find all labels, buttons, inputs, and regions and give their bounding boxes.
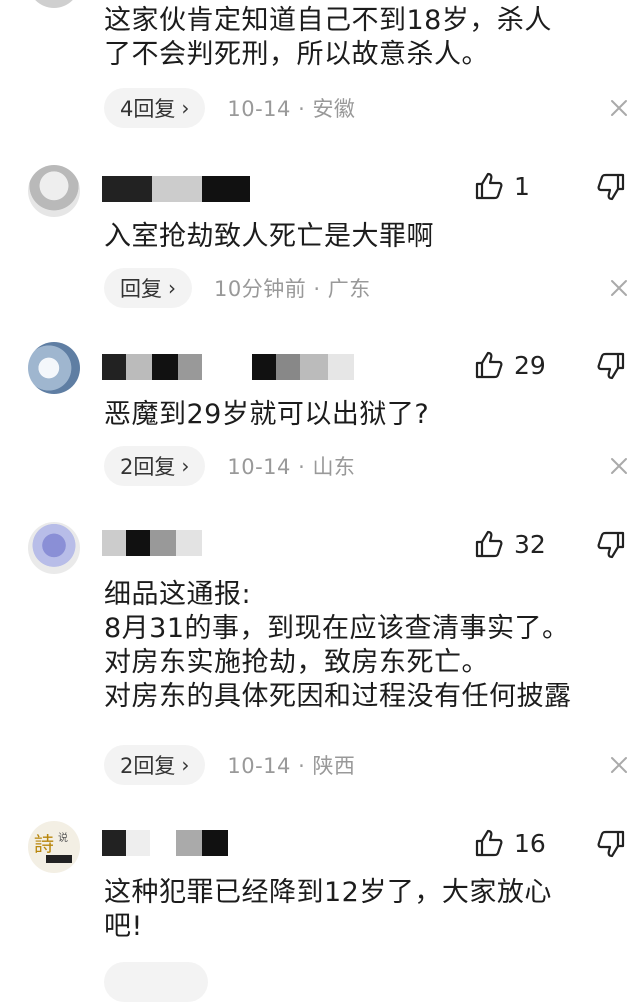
meta-info: 10-14 · 山东	[227, 451, 355, 481]
meta-info: 10-14 · 安徽	[227, 93, 355, 123]
close-icon[interactable]	[608, 754, 630, 776]
like-count: 29	[514, 350, 546, 380]
avatar[interactable]	[28, 0, 80, 8]
svg-text:詩: 詩	[34, 832, 54, 856]
comment-text-line: 对房东实施抢劫，致房东死亡。	[104, 647, 489, 678]
comment-text: 恶魔到29岁就可以出狱了?	[104, 398, 626, 432]
thumb-down-icon[interactable]	[596, 172, 628, 204]
comment-text-line: 恶魔到29岁就可以出狱了?	[104, 399, 430, 430]
comment-location: 安徽	[312, 97, 356, 121]
comment-text: 这家伙肯定知道自己不到18岁，杀人 了不会判死刑，所以故意杀人。	[104, 4, 626, 72]
thumb-down-icon[interactable]	[596, 530, 628, 562]
chevron-right-icon: ›	[181, 753, 190, 777]
separator: ·	[290, 754, 313, 778]
username-redacted[interactable]	[102, 176, 250, 202]
thumb-up-icon	[474, 171, 504, 201]
comment-text: 细品这通报: 8月31的事，到现在应该查清事实了。 对房东实施抢劫，致房东死亡。…	[104, 578, 636, 714]
reply-button[interactable]	[104, 962, 208, 1002]
comment-meta: 2回复 › 10-14 · 山东	[104, 446, 355, 486]
like-button[interactable]: 32	[474, 528, 550, 560]
close-icon[interactable]	[608, 277, 630, 299]
comment-text-line: 对房东的具体死因和过程没有任何披露	[104, 681, 572, 712]
thumb-up-icon	[474, 828, 504, 858]
reply-label: 4回复	[120, 97, 176, 121]
reply-button[interactable]: 回复 ›	[104, 268, 192, 308]
comment-location: 广东	[327, 277, 371, 301]
comment-meta: 回复 › 10分钟前 · 广东	[104, 268, 371, 308]
like-button[interactable]: 1	[474, 170, 550, 202]
comment-meta: 2回复 › 10-14 · 陕西	[104, 745, 355, 785]
comment-text: 这种犯罪已经降到12岁了，大家放心 吧!	[104, 876, 626, 944]
avatar-art-icon: 詩 说	[34, 831, 72, 863]
comment-meta: 4回复 › 10-14 · 安徽	[104, 88, 355, 128]
comment-date: 10-14	[227, 97, 291, 121]
comment-date: 10分钟前	[214, 277, 307, 301]
meta-info: 10分钟前 · 广东	[214, 273, 371, 303]
thumb-up-icon	[474, 529, 504, 559]
comment-text-line: 这家伙肯定知道自己不到18岁，杀人	[104, 5, 552, 36]
chevron-right-icon: ›	[168, 276, 176, 300]
like-button[interactable]: 29	[474, 349, 550, 381]
reply-label: 2回复	[120, 455, 176, 479]
reply-label: 2回复	[120, 754, 176, 778]
comment-date: 10-14	[227, 754, 291, 778]
comment-date: 10-14	[227, 455, 291, 479]
reply-button[interactable]: 2回复 ›	[104, 446, 206, 486]
reply-button[interactable]: 2回复 ›	[104, 745, 206, 785]
avatar[interactable]	[28, 165, 80, 217]
meta-info: 10-14 · 陕西	[227, 750, 355, 780]
reply-label: 回复	[120, 277, 162, 301]
comment-text-line: 这种犯罪已经降到12岁了，大家放心	[104, 877, 552, 908]
like-count: 16	[514, 828, 546, 858]
chevron-right-icon: ›	[181, 96, 190, 120]
thumb-down-icon[interactable]	[596, 829, 628, 861]
avatar[interactable]	[28, 342, 80, 394]
thumb-down-icon[interactable]	[596, 351, 628, 383]
separator: ·	[306, 277, 328, 301]
comment-text-line: 吧!	[104, 911, 143, 942]
thumb-up-icon	[474, 350, 504, 380]
separator: ·	[290, 455, 313, 479]
username-redacted[interactable]	[102, 830, 228, 856]
avatar[interactable]: 詩 说	[28, 821, 80, 873]
separator: ·	[290, 97, 313, 121]
comment-location: 陕西	[312, 754, 356, 778]
like-count: 1	[514, 171, 530, 201]
close-icon[interactable]	[608, 455, 630, 477]
username-redacted[interactable]	[102, 530, 202, 556]
avatar[interactable]	[28, 522, 80, 574]
comment-text: 入室抢劫致人死亡是大罪啊	[104, 220, 626, 254]
like-button[interactable]: 16	[474, 827, 550, 859]
comment-text-line: 细品这通报:	[104, 579, 252, 610]
reply-button[interactable]: 4回复 ›	[104, 88, 206, 128]
svg-text:说: 说	[58, 831, 68, 844]
username-redacted[interactable]	[102, 354, 354, 380]
comment-text-line: 了不会判死刑，所以故意杀人。	[104, 39, 489, 70]
chevron-right-icon: ›	[181, 454, 190, 478]
like-count: 32	[514, 529, 546, 559]
comment-text-line: 8月31的事，到现在应该查清事实了。	[104, 613, 570, 644]
close-icon[interactable]	[608, 97, 630, 119]
comment-location: 山东	[312, 455, 356, 479]
comment-text-line: 入室抢劫致人死亡是大罪啊	[104, 221, 434, 252]
